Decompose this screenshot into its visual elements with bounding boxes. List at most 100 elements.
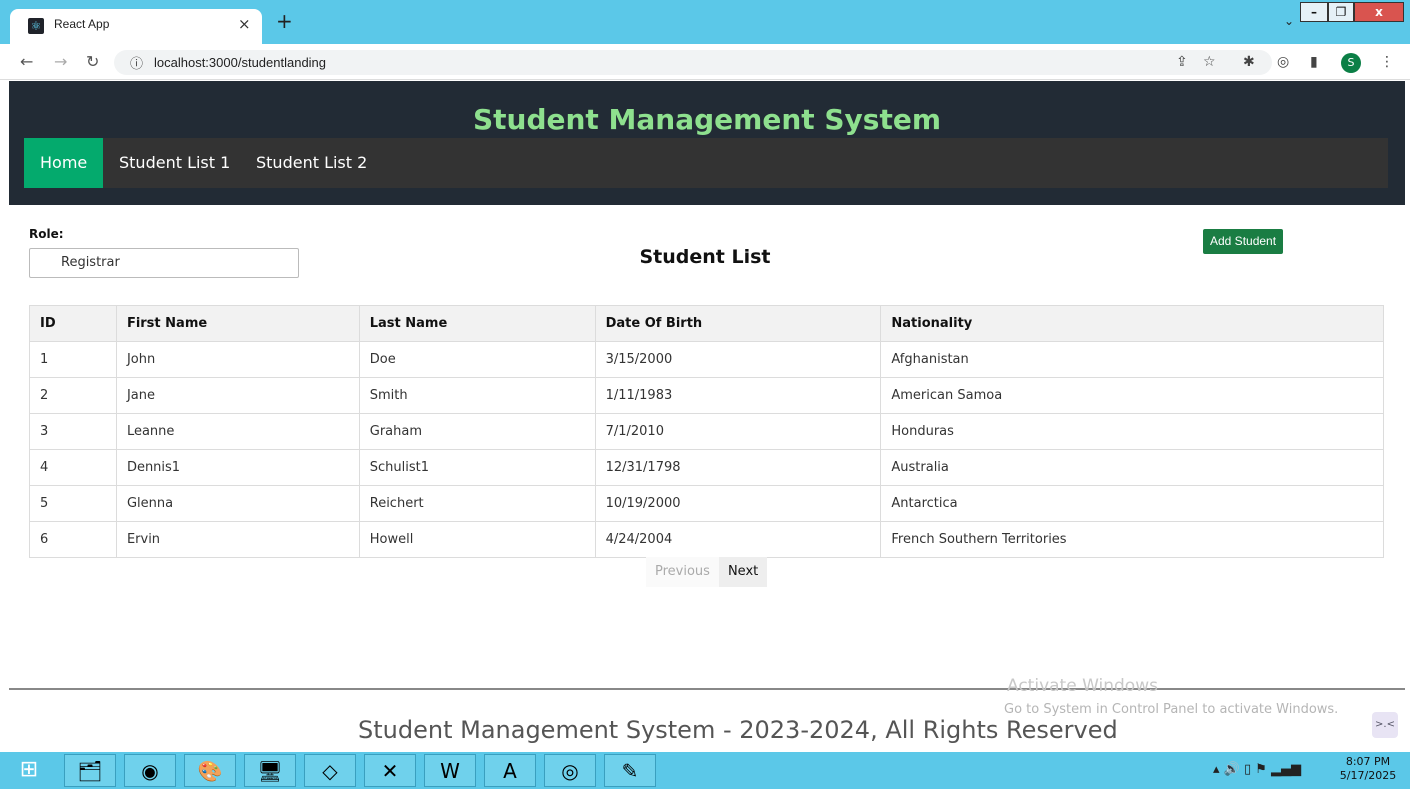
extensions-icon[interactable]: ✱ <box>1243 54 1255 70</box>
cell-dob: 7/1/2010 <box>594 413 882 450</box>
footer-divider <box>9 688 1405 690</box>
cell-first-name: Jane <box>115 377 360 414</box>
close-window-button[interactable]: x <box>1354 2 1404 22</box>
cell-nationality: Honduras <box>880 413 1384 450</box>
browser-tab-strip: ⚛ React App × + ⌄ – ❐ x <box>0 0 1410 44</box>
browser-toolbar: ← → ↻ ⓘ localhost:3000/studentlanding ⇪ … <box>0 44 1410 80</box>
table-row[interactable]: 3 Leanne Graham 7/1/2010 Honduras <box>29 413 1384 450</box>
cell-id: 4 <box>29 449 117 486</box>
cell-first-name: Ervin <box>115 521 360 558</box>
tab-search-chevron-icon[interactable]: ⌄ <box>1284 14 1294 28</box>
restore-button[interactable]: ❐ <box>1328 2 1354 22</box>
app-header: Student Management System Home Student L… <box>9 81 1405 205</box>
tab-close-icon[interactable]: × <box>238 15 251 33</box>
word-icon[interactable]: W <box>424 754 476 787</box>
cell-dob: 4/24/2004 <box>594 521 882 558</box>
col-header-nationality[interactable]: Nationality <box>880 305 1384 342</box>
table-row[interactable]: 2 Jane Smith 1/11/1983 American Samoa <box>29 377 1384 414</box>
clock[interactable]: 8:07 PM 5/17/2025 <box>1330 755 1406 783</box>
cell-last-name: Schulist1 <box>358 449 596 486</box>
cell-first-name: John <box>115 341 360 378</box>
minimize-button[interactable]: – <box>1300 2 1328 22</box>
share-icon[interactable]: ⇪ <box>1176 54 1188 70</box>
cell-dob: 10/19/2000 <box>594 485 882 522</box>
cell-last-name: Graham <box>358 413 596 450</box>
browser-menu-icon[interactable]: ⋮ <box>1380 54 1394 70</box>
cell-nationality: Australia <box>880 449 1384 486</box>
student-table: ID First Name Last Name Date Of Birth Na… <box>29 305 1384 558</box>
top-navbar: Home Student List 1 Student List 2 <box>24 138 1388 188</box>
history-sync-icon[interactable]: ◎ <box>1277 54 1289 70</box>
nav-student-list-2[interactable]: Student List 2 <box>240 138 383 188</box>
cell-id: 1 <box>29 341 117 378</box>
tab-title: React App <box>54 17 110 31</box>
cell-last-name: Smith <box>358 377 596 414</box>
cell-first-name: Dennis1 <box>115 449 360 486</box>
table-row[interactable]: 4 Dennis1 Schulist1 12/31/1798 Australia <box>29 449 1384 486</box>
notepad-icon[interactable]: ✎ <box>604 754 656 787</box>
site-info-icon[interactable]: ⓘ <box>130 53 143 72</box>
cell-nationality: Antarctica <box>880 485 1384 522</box>
reload-icon[interactable]: ↻ <box>86 52 99 71</box>
cell-nationality: French Southern Territories <box>880 521 1384 558</box>
cell-id: 5 <box>29 485 117 522</box>
col-header-dob[interactable]: Date Of Birth <box>594 305 882 342</box>
new-tab-button[interactable]: + <box>276 11 293 31</box>
col-header-last-name[interactable]: Last Name <box>358 305 596 342</box>
previous-page-button[interactable]: Previous <box>646 557 719 587</box>
forward-arrow-icon[interactable]: → <box>54 52 67 71</box>
bookmark-star-icon[interactable]: ☆ <box>1203 54 1216 70</box>
chrome-icon[interactable]: ◉ <box>124 754 176 787</box>
activate-windows-title: Activate Windows <box>1007 676 1158 696</box>
windows-taskbar: ⊞ 🗂 ◉ 🎨 🖥 ◇ ✕ W A ◎ ✎ ▴ 🔊 ▯ ⚑ ▂▄▆ 8:07 P… <box>0 752 1410 789</box>
col-header-id[interactable]: ID <box>29 305 117 342</box>
acrobat-icon[interactable]: A <box>484 754 536 787</box>
activate-windows-subtitle: Go to System in Control Panel to activat… <box>1004 702 1339 717</box>
media-icon[interactable]: ◎ <box>544 754 596 787</box>
table-header-row: ID First Name Last Name Date Of Birth Na… <box>29 305 1384 342</box>
cell-last-name: Reichert <box>358 485 596 522</box>
cell-id: 3 <box>29 413 117 450</box>
add-student-button[interactable]: Add Student <box>1203 229 1284 254</box>
clock-date: 5/17/2025 <box>1339 769 1397 782</box>
window-controls: – ❐ x <box>1300 2 1406 24</box>
next-page-button[interactable]: Next <box>718 557 768 587</box>
profile-avatar[interactable]: S <box>1341 53 1361 73</box>
cell-first-name: Glenna <box>115 485 360 522</box>
pagination: Previous Next <box>646 557 768 587</box>
vscode-icon[interactable]: ✕ <box>364 754 416 787</box>
clock-time: 8:07 PM <box>1345 755 1391 768</box>
cell-id: 2 <box>29 377 117 414</box>
col-header-first-name[interactable]: First Name <box>115 305 360 342</box>
cell-dob: 3/15/2000 <box>594 341 882 378</box>
side-panel-icon[interactable]: ▮ <box>1310 54 1318 70</box>
system-tray[interactable]: ▴ 🔊 ▯ ⚑ ▂▄▆ <box>1213 762 1301 777</box>
react-favicon-icon: ⚛ <box>28 18 44 34</box>
cell-nationality: Afghanistan <box>880 341 1384 378</box>
paint-icon[interactable]: 🎨 <box>184 754 236 787</box>
virtualbox-icon[interactable]: ◇ <box>304 754 356 787</box>
browser-tab[interactable]: ⚛ React App × <box>10 9 262 44</box>
cell-first-name: Leanne <box>115 413 360 450</box>
table-row[interactable]: 1 John Doe 3/15/2000 Afghanistan <box>29 341 1384 378</box>
footer-text: Student Management System - 2023-2024, A… <box>358 716 1118 744</box>
monitor-icon[interactable]: 🖥 <box>244 754 296 787</box>
nav-student-list-1[interactable]: Student List 1 <box>103 138 246 188</box>
nav-home[interactable]: Home <box>24 138 104 188</box>
table-row[interactable]: 5 Glenna Reichert 10/19/2000 Antarctica <box>29 485 1384 522</box>
cell-dob: 12/31/1798 <box>594 449 882 486</box>
url-text: localhost:3000/studentlanding <box>154 55 327 70</box>
address-bar[interactable]: ⓘ localhost:3000/studentlanding <box>114 50 1272 75</box>
table-row[interactable]: 6 Ervin Howell 4/24/2004 French Southern… <box>29 521 1384 558</box>
cell-last-name: Doe <box>358 341 596 378</box>
file-explorer-icon[interactable]: 🗂 <box>64 754 116 787</box>
role-label: Role: <box>29 227 64 241</box>
cell-id: 6 <box>29 521 117 558</box>
cell-dob: 1/11/1983 <box>594 377 882 414</box>
cell-nationality: American Samoa <box>880 377 1384 414</box>
cell-last-name: Howell <box>358 521 596 558</box>
corner-widget-icon[interactable]: >.< <box>1372 712 1398 738</box>
back-arrow-icon[interactable]: ← <box>20 52 33 71</box>
app-title: Student Management System <box>472 103 942 136</box>
windows-start-icon[interactable]: ⊞ <box>4 754 54 787</box>
